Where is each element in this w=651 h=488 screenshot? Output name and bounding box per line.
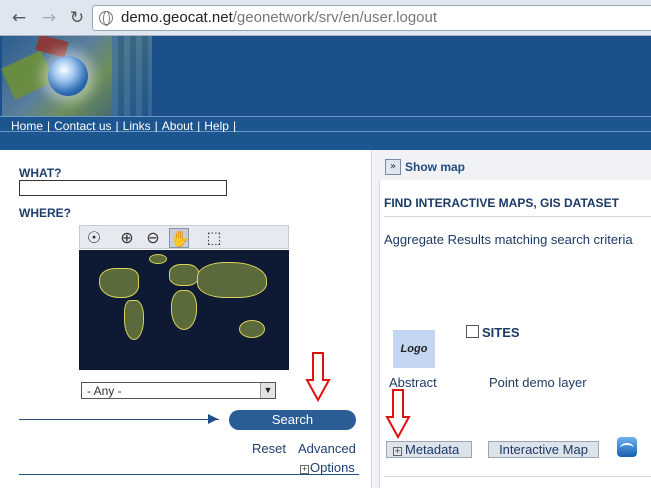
what-input[interactable] (19, 180, 227, 196)
what-label: WHAT? (19, 166, 62, 180)
arrow-line (19, 419, 219, 420)
zoom-extent-icon[interactable]: ☉ (84, 228, 104, 248)
menu-contact-us[interactable]: Contact us (54, 119, 111, 133)
red-arrow-down-icon (385, 389, 411, 439)
divider (19, 474, 359, 475)
record-divider (384, 476, 651, 477)
double-chevron-down-icon: » (385, 159, 401, 175)
search-button[interactable]: Search (229, 410, 356, 430)
menu-strip (0, 132, 651, 150)
world-map[interactable] (79, 250, 289, 370)
abstract-label: Abstract (389, 375, 437, 390)
menu-about[interactable]: About (162, 119, 193, 133)
page: ← → ↻ demo.geocat.net/geonetwork/srv/en/… (0, 0, 651, 488)
chevron-down-icon: ▼ (260, 383, 275, 398)
pan-hand-icon[interactable]: ✋ (169, 228, 190, 248)
menu-links[interactable]: Links (123, 119, 151, 133)
red-arrow-down-icon (305, 352, 331, 402)
plus-icon: + (300, 464, 309, 474)
select-box-icon[interactable]: ⬚ (204, 228, 224, 248)
where-label: WHERE? (19, 206, 71, 220)
region-select[interactable]: - Any - ▼ (81, 382, 276, 399)
record-category: SITES (482, 325, 520, 340)
top-menu: Home | Contact us | Links | About | Help | (0, 116, 651, 133)
earth-globe-icon (48, 56, 88, 96)
menu-home[interactable]: Home (11, 119, 43, 133)
banner-collage-image (0, 36, 152, 116)
menu-help[interactable]: Help (204, 119, 229, 133)
results-subtitle: Aggregate Results matching search criter… (384, 232, 633, 247)
map-toolbar: ☉ ⊕ ⊖ ✋ ⬚ (79, 225, 289, 249)
interactive-map-button[interactable]: Interactive Map (488, 441, 599, 458)
select-record-checkbox[interactable] (466, 325, 479, 338)
back-icon[interactable]: ← (8, 7, 30, 29)
address-bar[interactable]: demo.geocat.net/geonetwork/srv/en/user.l… (92, 5, 651, 31)
record-logo: Logo (393, 330, 435, 368)
search-panel: WHAT? WHERE? ☉ ⊕ ⊖ ✋ ⬚ - Any - ▼ Search … (0, 150, 372, 488)
zoom-out-icon[interactable]: ⊖ (143, 228, 163, 248)
site-banner (0, 36, 651, 116)
url-text: demo.geocat.net/geonetwork/srv/en/user.l… (121, 9, 438, 26)
plus-icon: + (393, 446, 402, 456)
zoom-in-icon[interactable]: ⊕ (117, 228, 137, 248)
results-title: FIND INTERACTIVE MAPS, GIS DATASET (384, 196, 619, 210)
globe-icon (99, 11, 113, 26)
arrow-head-icon (208, 414, 218, 424)
reset-link[interactable]: Reset (252, 441, 286, 456)
advanced-link[interactable]: Advanced (298, 441, 356, 456)
record-title-link[interactable]: Point demo layer (489, 375, 587, 390)
google-earth-icon[interactable] (617, 437, 637, 457)
forward-icon[interactable]: → (38, 7, 60, 29)
show-map-toggle[interactable]: » Show map (385, 158, 651, 176)
options-toggle[interactable]: + Options (300, 460, 355, 475)
metadata-button[interactable]: + Metadata (386, 441, 472, 458)
title-divider (384, 216, 651, 217)
browser-toolbar: ← → ↻ demo.geocat.net/geonetwork/srv/en/… (0, 0, 651, 36)
reload-icon[interactable]: ↻ (66, 7, 88, 29)
